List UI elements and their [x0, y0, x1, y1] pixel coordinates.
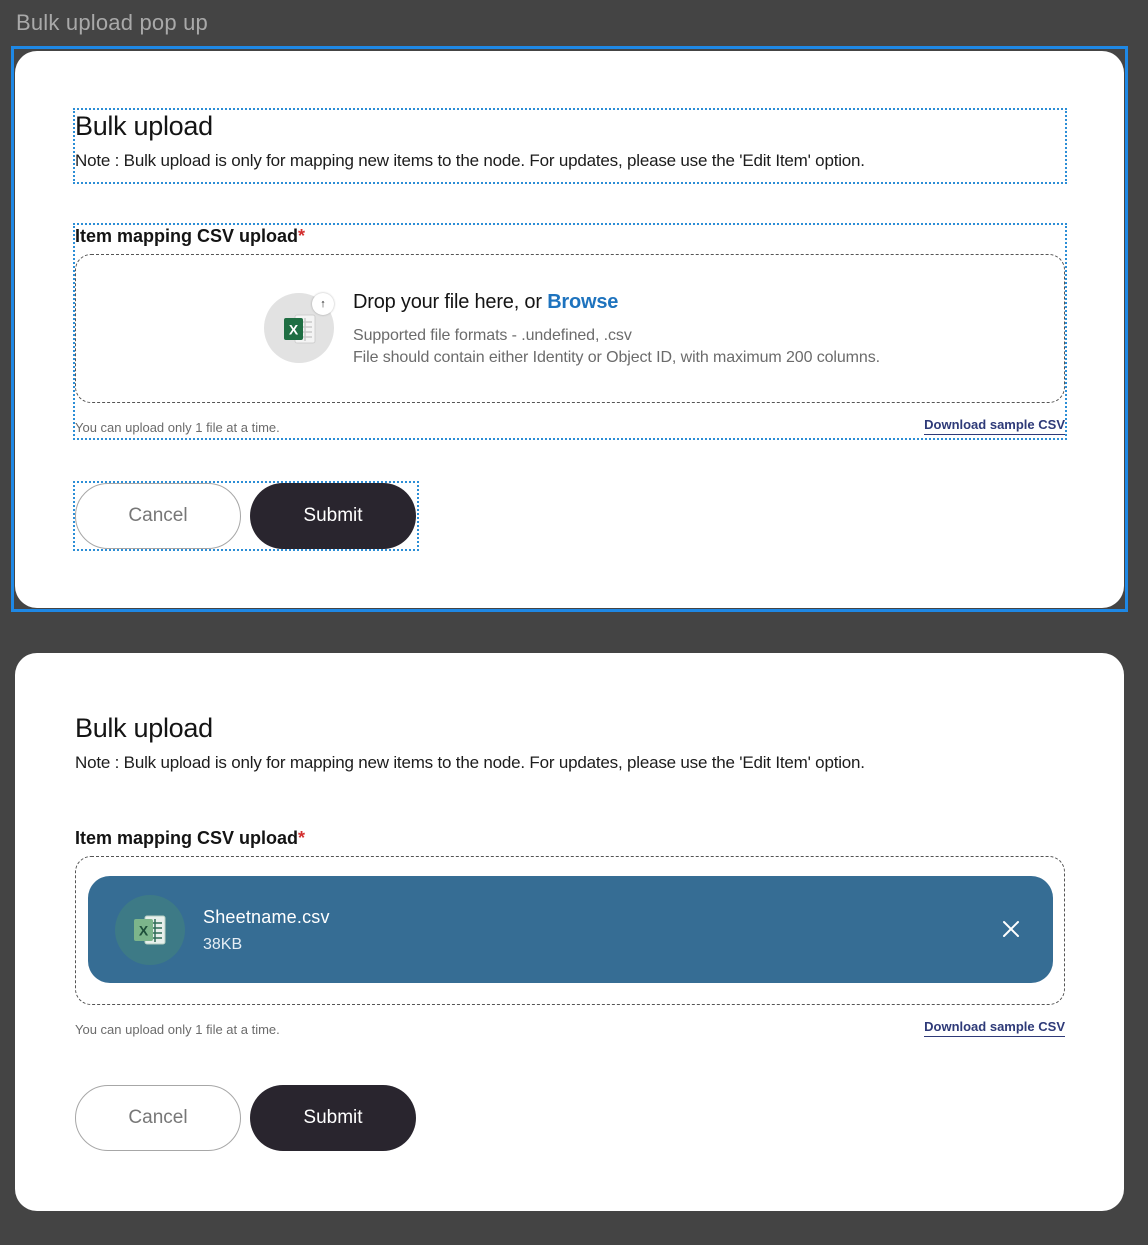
modal-title: Bulk upload — [75, 111, 213, 141]
download-sample-csv-link[interactable]: Download sample CSV — [924, 417, 1065, 435]
file-constraint: File should contain either Identity or O… — [353, 349, 880, 366]
supported-formats: Supported file formats - .undefined, .cs… — [353, 327, 632, 344]
download-sample-csv-link[interactable]: Download sample CSV — [924, 1019, 1065, 1037]
modal-header: Bulk upload Note : Bulk upload is only f… — [75, 712, 1065, 784]
csv-upload-field: Item mapping CSV upload* X ↑ Drop your f… — [73, 223, 1067, 440]
csv-upload-field: Item mapping CSV upload* X Sheetname.csv… — [75, 827, 1065, 1040]
file-name: Sheetname.csv — [203, 907, 330, 927]
excel-icon: X — [284, 314, 316, 344]
drop-instruction: Drop your file here, or Browse — [353, 291, 880, 314]
modal-actions: Cancel Submit — [73, 481, 419, 551]
field-label: Item mapping CSV upload* — [75, 225, 1065, 247]
excel-icon: X — [134, 915, 166, 945]
bulk-upload-modal-empty: Bulk upload Note : Bulk upload is only f… — [15, 51, 1124, 608]
close-icon[interactable] — [1001, 919, 1021, 939]
modal-header: Bulk upload Note : Bulk upload is only f… — [73, 108, 1067, 184]
cancel-button[interactable]: Cancel — [75, 1085, 241, 1151]
drop-prefix: Drop your file here, or — [353, 291, 548, 313]
required-marker: * — [298, 828, 306, 848]
modal-title: Bulk upload — [75, 713, 213, 743]
required-marker: * — [298, 226, 306, 246]
submit-button[interactable]: Submit — [250, 1085, 416, 1151]
modal-note: Note : Bulk upload is only for mapping n… — [75, 753, 865, 772]
frame-title: Bulk upload pop up — [16, 10, 208, 35]
cancel-button[interactable]: Cancel — [75, 483, 241, 549]
upload-limit-hint: You can upload only 1 file at a time. — [75, 420, 280, 435]
svg-text:X: X — [139, 923, 149, 939]
bulk-upload-modal-uploaded: Bulk upload Note : Bulk upload is only f… — [15, 653, 1124, 1211]
upload-arrow-icon: ↑ — [312, 293, 334, 315]
svg-text:X: X — [289, 322, 299, 338]
file-dropzone[interactable]: X Sheetname.csv 38KB — [75, 856, 1065, 1005]
uploaded-file-chip: X Sheetname.csv 38KB — [88, 876, 1053, 983]
file-size: 38KB — [203, 936, 243, 953]
modal-note: Note : Bulk upload is only for mapping n… — [75, 151, 865, 170]
file-dropzone[interactable]: X ↑ Drop your file here, or Browse Suppo… — [75, 254, 1065, 403]
modal-actions: Cancel Submit — [75, 1085, 417, 1151]
submit-button[interactable]: Submit — [250, 483, 416, 549]
dropzone-help: Supported file formats - .undefined, .cs… — [353, 325, 880, 369]
upload-limit-hint: You can upload only 1 file at a time. — [75, 1022, 280, 1037]
field-label-text: Item mapping CSV upload — [75, 828, 299, 848]
dropzone-text: Drop your file here, or Browse Supported… — [353, 291, 880, 369]
field-label-text: Item mapping CSV upload — [75, 226, 299, 246]
browse-link[interactable]: Browse — [547, 291, 618, 313]
field-label: Item mapping CSV upload* — [75, 827, 1065, 849]
